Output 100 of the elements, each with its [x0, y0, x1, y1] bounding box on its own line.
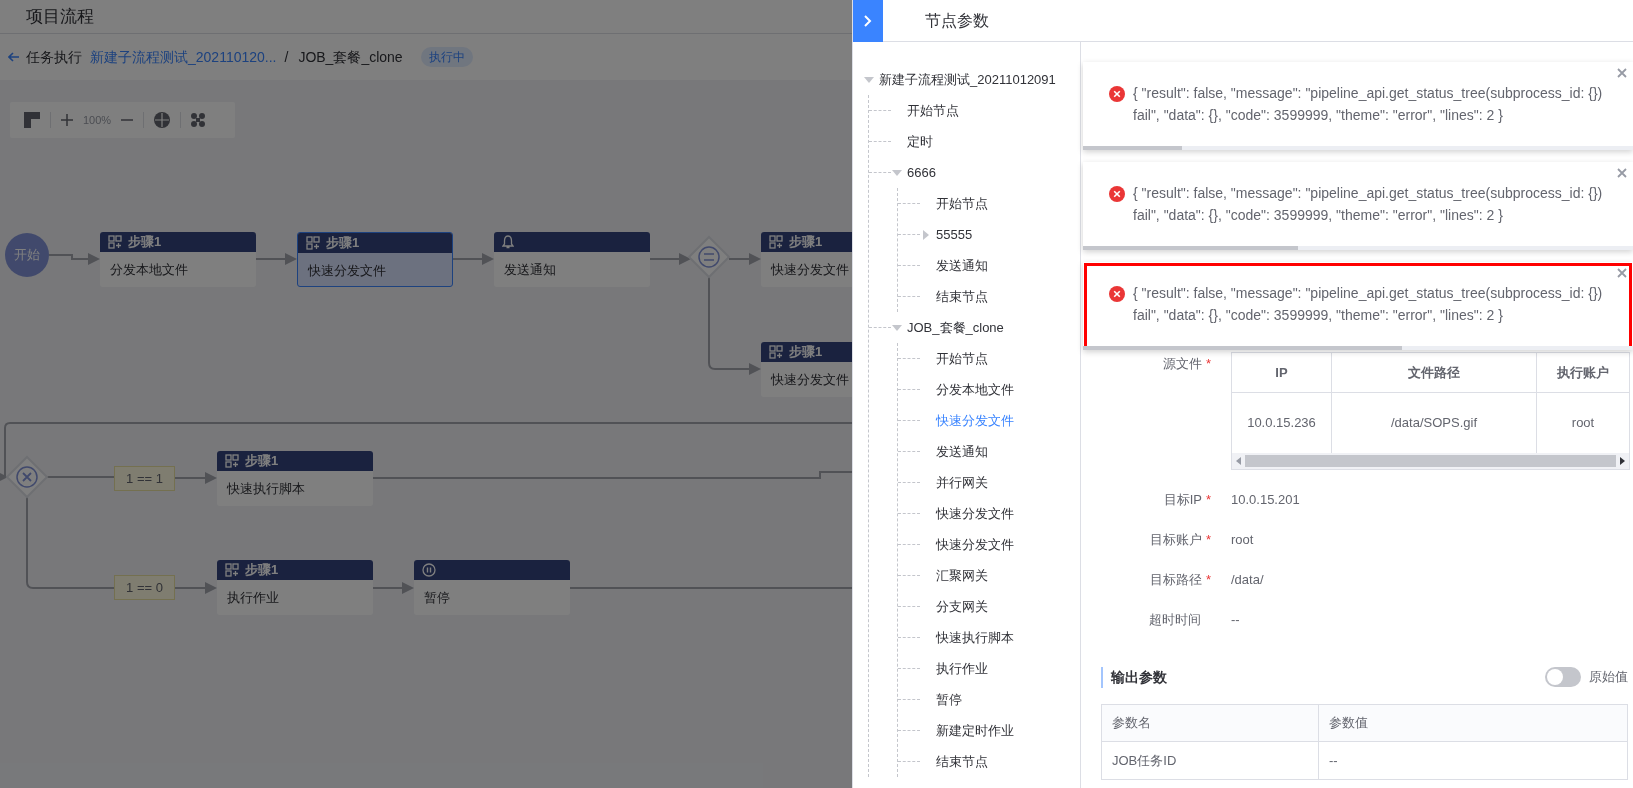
- tree-item[interactable]: 并行网关: [936, 472, 988, 493]
- node-label: 快速分发文件: [770, 371, 850, 389]
- connector-line: [48, 253, 100, 265]
- back-link[interactable]: 任务执行: [8, 46, 82, 68]
- error-message: { "result": false, "message": "pipeline_api.get_status_tree(subprocess_id: {}) fail", "data": {}, "code": 3599999, "theme": "error", "lines": 2 }: [1133, 284, 1604, 325]
- connector-line: [649, 253, 691, 265]
- scroll-right-icon[interactable]: [1620, 457, 1625, 465]
- required-mark: *: [1205, 531, 1211, 549]
- tree-item[interactable]: 新建子流程测试_20211012091: [879, 69, 1056, 90]
- close-button[interactable]: [1617, 68, 1627, 78]
- field-label: 超时时间: [1149, 611, 1201, 629]
- node-label: 执行作业: [226, 589, 280, 607]
- page-title: 项目流程: [26, 5, 94, 28]
- tree-item[interactable]: 分支网关: [936, 596, 988, 617]
- node-label: 发送通知: [503, 261, 557, 279]
- task-node[interactable]: 步骤1 执行作业: [217, 560, 373, 615]
- close-icon: [1617, 268, 1627, 278]
- tree-item[interactable]: 结束节点: [936, 751, 988, 772]
- tree-item[interactable]: 暂停: [936, 689, 962, 710]
- tree-item[interactable]: 快速分发文件: [936, 410, 1014, 431]
- fullscreen-icon[interactable]: [191, 113, 206, 127]
- field-value: root: [1231, 531, 1254, 549]
- connector-line: [728, 253, 761, 265]
- node-header-text: 步骤1: [245, 561, 279, 580]
- collapse-button[interactable]: [853, 0, 883, 42]
- field-value: 10.0.15.201: [1231, 491, 1300, 509]
- status-badge: 执行中: [420, 47, 473, 67]
- column-header: 参数名: [1102, 705, 1319, 741]
- node-label: 快速分发文件: [770, 261, 850, 279]
- grid-icon: [769, 235, 783, 249]
- tree-item[interactable]: 定时: [907, 131, 933, 152]
- close-icon: [1617, 168, 1627, 178]
- task-node[interactable]: 暂停: [414, 560, 570, 615]
- field-value: --: [1231, 611, 1240, 629]
- arrow-left-icon: [8, 52, 20, 62]
- column-header: 参数值: [1328, 714, 1369, 733]
- scroll-left-icon[interactable]: [1236, 457, 1241, 465]
- node-label: 暂停: [423, 589, 451, 607]
- task-node[interactable]: 步骤1 快速分发文件: [761, 232, 852, 287]
- pause-icon: [422, 563, 436, 577]
- node-header-text: 步骤1: [789, 233, 823, 252]
- exclusive-gateway[interactable]: [5, 455, 49, 499]
- node-header-text: 步骤1: [326, 234, 360, 253]
- task-node[interactable]: 步骤1 分发本地文件: [100, 232, 256, 287]
- parallel-gateway[interactable]: [687, 235, 731, 279]
- tree-item[interactable]: 开始节点: [907, 100, 959, 121]
- table-cell-text: --: [1328, 751, 1339, 770]
- tree-item[interactable]: 快速分发文件: [936, 534, 1014, 555]
- error-message: { "result": false, "message": "pipeline_api.get_status_tree(subprocess_id: {}) fail", "data": {}, "code": 3599999, "theme": "error", "lines": 2 }: [1133, 184, 1604, 225]
- node-header-text: 步骤1: [245, 452, 279, 471]
- error-message: { "result": false, "message": "pipeline_api.get_status_tree(subprocess_id: {}) fail", "data": {}, "code": 3599999, "theme": "error", "lines": 2 }: [1133, 84, 1604, 125]
- grid-icon: [769, 345, 783, 359]
- node-header-text: 步骤1: [128, 233, 162, 252]
- zoom-in-icon[interactable]: [61, 114, 73, 126]
- tree-item[interactable]: JOB_套餐_clone: [907, 317, 1004, 338]
- node-header-text: 步骤1: [789, 343, 823, 362]
- task-node[interactable]: 步骤1 快速分发文件: [297, 232, 453, 287]
- table-cell: JOB任务ID: [1102, 742, 1319, 779]
- task-node[interactable]: 步骤1 快速分发文件: [761, 342, 852, 397]
- tree-item[interactable]: 执行作业: [936, 658, 988, 679]
- tree-item[interactable]: 6666: [907, 162, 936, 183]
- tree-item[interactable]: 发送通知: [936, 441, 988, 462]
- breadcrumb-current: JOB_套餐_clone: [298, 47, 403, 67]
- chevron-right-icon: [864, 14, 872, 27]
- tree-item[interactable]: 结束节点: [936, 286, 988, 307]
- required-mark: *: [1205, 355, 1211, 373]
- task-node[interactable]: 步骤1 快速执行脚本: [217, 451, 373, 506]
- target-icon[interactable]: [154, 112, 171, 128]
- close-button[interactable]: [1617, 168, 1627, 178]
- tree-item[interactable]: 55555: [936, 224, 973, 245]
- panel-title: 节点参数: [925, 10, 989, 31]
- required-mark: *: [1205, 571, 1211, 589]
- table-cell-text: root: [1570, 414, 1596, 433]
- tree-item[interactable]: 快速分发文件: [936, 503, 1014, 524]
- tree-item[interactable]: 开始节点: [936, 193, 988, 214]
- toggle-switch[interactable]: [1545, 667, 1581, 687]
- tree-item[interactable]: 快速执行脚本: [936, 627, 1014, 648]
- connector-line: [371, 582, 414, 594]
- tree-item[interactable]: 新建定时作业: [936, 720, 1014, 741]
- tree-item[interactable]: 汇聚网关: [936, 565, 988, 586]
- required-mark: *: [1205, 491, 1211, 509]
- field-label: 源文件: [1162, 355, 1202, 373]
- task-node[interactable]: 发送通知: [494, 232, 650, 287]
- tree-item[interactable]: 分发本地文件: [936, 379, 1014, 400]
- bell-icon: [502, 235, 514, 249]
- horizontal-scrollbar[interactable]: [1232, 453, 1629, 469]
- close-button[interactable]: [1617, 268, 1627, 278]
- grid-icon: [225, 563, 239, 577]
- node-label: 快速分发文件: [307, 262, 387, 280]
- grid-icon: [225, 454, 239, 468]
- field-label: 目标IP: [1163, 491, 1202, 509]
- section-title: 输出参数: [1101, 666, 1167, 688]
- breadcrumb-separator: /: [284, 47, 289, 67]
- grid-icon: [306, 236, 320, 250]
- tree-item[interactable]: 开始节点: [936, 348, 988, 369]
- tree-item[interactable]: 发送通知: [936, 255, 988, 276]
- close-icon: [1617, 68, 1627, 78]
- error-icon: [1109, 186, 1125, 202]
- error-icon: [1109, 86, 1125, 102]
- field-label: 目标路径: [1149, 571, 1202, 589]
